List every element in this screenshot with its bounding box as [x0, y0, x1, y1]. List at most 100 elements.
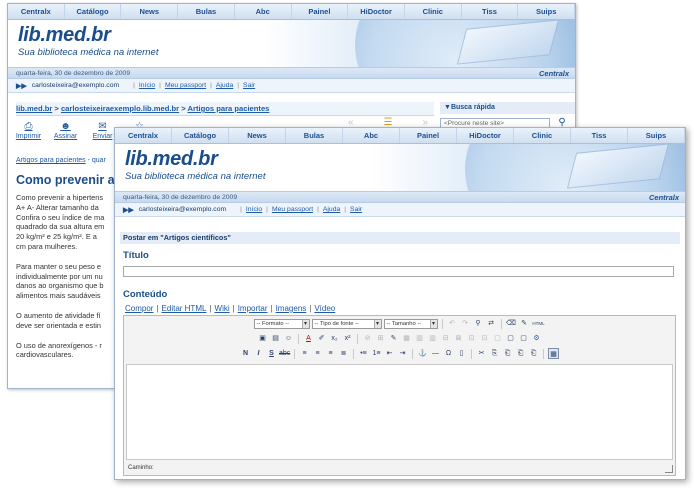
outdent-icon[interactable]: ⇤ — [384, 348, 395, 359]
horizontal-rule-icon[interactable]: — — [430, 348, 441, 359]
format-select[interactable]: -- Formato -- ▾ — [253, 318, 310, 329]
block-icon[interactable]: ▢ — [505, 333, 516, 344]
brand-logo[interactable]: Centralx — [649, 192, 679, 203]
bold-icon[interactable]: N — [240, 348, 251, 359]
nav-item[interactable]: Catálogo — [172, 128, 229, 143]
undo-icon[interactable]: ↶ — [447, 318, 458, 329]
link-sair[interactable]: Sair — [350, 206, 362, 213]
nav-item[interactable]: Bulas — [286, 128, 343, 143]
delete-col-icon[interactable]: ⊡ — [479, 333, 490, 344]
superscript-icon[interactable]: x² — [342, 333, 353, 344]
underline-icon[interactable]: S — [266, 348, 277, 359]
numbered-list-icon[interactable]: 1≡ — [371, 348, 382, 359]
breadcrumb-root[interactable]: lib.med.br — [16, 104, 52, 113]
italic-icon[interactable]: I — [253, 348, 264, 359]
nav-item[interactable]: Centralx — [8, 4, 65, 19]
merge-cell-icon[interactable]: ⊠ — [453, 333, 464, 344]
print-button[interactable]: ⎙ Imprimir — [12, 121, 45, 140]
delete-row-icon[interactable]: ⊡ — [466, 333, 477, 344]
tab-imagens[interactable]: Imagens — [276, 304, 307, 313]
font-color-icon[interactable]: A — [303, 333, 314, 344]
emoticon-icon[interactable]: ☺ — [283, 333, 294, 344]
indent-icon[interactable]: ⇥ — [397, 348, 408, 359]
copy-icon[interactable]: ⎘ — [489, 348, 500, 359]
nav-item[interactable]: Suips — [518, 4, 575, 19]
nav-item[interactable]: News — [229, 128, 286, 143]
tab-importar[interactable]: Importar — [238, 304, 268, 313]
highlight-icon[interactable]: ✐ — [316, 333, 327, 344]
find-icon[interactable]: ⚲ — [473, 318, 484, 329]
paste-word-icon[interactable]: ⎗ — [528, 348, 539, 359]
insert-icon[interactable]: ⊞ — [375, 333, 386, 344]
nav-item[interactable]: Suips — [628, 128, 685, 143]
nav-item[interactable]: Tiss — [571, 128, 628, 143]
nav-item[interactable]: News — [121, 4, 179, 19]
justify-icon[interactable]: ≣ — [338, 348, 349, 359]
link-meu-passport[interactable]: Meu passport — [165, 82, 206, 89]
tab-video[interactable]: Vídeo — [314, 304, 335, 313]
paragraph: Como prevenir a hipertens A+ A- Alterar … — [16, 193, 105, 251]
link-ajuda[interactable]: Ajuda — [216, 82, 233, 89]
edit-icon[interactable]: ✎ — [388, 333, 399, 344]
strikethrough-icon[interactable]: abc — [279, 348, 290, 359]
fullscreen-icon[interactable]: ▦ — [548, 348, 559, 359]
table-icon[interactable]: ▦ — [401, 333, 412, 344]
title-input[interactable] — [123, 266, 674, 277]
subscribe-button[interactable]: ☻ Assinar — [49, 121, 82, 140]
nav-item[interactable]: Clinic — [514, 128, 571, 143]
layer-icon[interactable]: ▢ — [518, 333, 529, 344]
link-sair[interactable]: Sair — [243, 82, 255, 89]
nav-item[interactable]: Tiss — [462, 4, 519, 19]
nav-item[interactable]: Clinic — [405, 4, 462, 19]
nav-item[interactable]: Bulas — [178, 4, 235, 19]
subscript-icon[interactable]: x₂ — [329, 333, 340, 344]
html-icon[interactable]: HTML — [532, 318, 546, 329]
breadcrumb-user[interactable]: carlosteixeiraexemplo.lib.med.br — [61, 104, 179, 113]
image-icon[interactable]: ▣ — [257, 333, 268, 344]
site-logo[interactable]: lib.med.br — [125, 148, 218, 171]
settings-icon[interactable]: ⚙ — [531, 333, 542, 344]
special-char-icon[interactable]: Ω — [443, 348, 454, 359]
split-cell-icon[interactable]: ⊟ — [440, 333, 451, 344]
tab-wiki[interactable]: Wiki — [215, 304, 230, 313]
nav-item[interactable]: Catálogo — [65, 4, 122, 19]
link-inicio[interactable]: Início — [246, 206, 262, 213]
link-break-icon[interactable]: ⊘ — [362, 333, 373, 344]
replace-icon[interactable]: ⇄ — [486, 318, 497, 329]
media-icon[interactable]: ▤ — [270, 333, 281, 344]
size-select[interactable]: -- Tamanho -- ▾ — [383, 318, 438, 329]
editor-content-area[interactable] — [126, 364, 673, 460]
paint-brush-icon[interactable]: ✎ — [519, 318, 530, 329]
tab-editar-html[interactable]: Editar HTML — [162, 304, 207, 313]
nav-item[interactable]: HiDoctor — [348, 4, 405, 19]
nav-item[interactable]: Abc — [235, 4, 292, 19]
clean-format-icon[interactable]: ⌫ — [506, 318, 517, 329]
nav-item[interactable]: Abc — [343, 128, 400, 143]
breadcrumb-section[interactable]: Artigos para pacientes — [188, 104, 270, 113]
link-meu-passport[interactable]: Meu passport — [272, 206, 313, 213]
font-select[interactable]: -- Tipo de fonte -- ▾ — [311, 318, 382, 329]
paste-text-icon[interactable]: ⎗ — [515, 348, 526, 359]
table-row-icon[interactable]: ▥ — [414, 333, 425, 344]
table-col-icon[interactable]: ▥ — [427, 333, 438, 344]
cut-icon[interactable]: ✂ — [476, 348, 487, 359]
bullet-list-icon[interactable]: •≡ — [358, 348, 369, 359]
anchor-icon[interactable]: ⚓ — [417, 348, 428, 359]
cell-props-icon[interactable]: ▢ — [492, 333, 503, 344]
align-left-icon[interactable]: ≡ — [299, 348, 310, 359]
align-right-icon[interactable]: ≡ — [325, 348, 336, 359]
nav-item[interactable]: HiDoctor — [457, 128, 514, 143]
brand-logo[interactable]: Centralx — [539, 68, 569, 79]
link-ajuda[interactable]: Ajuda — [323, 206, 340, 213]
quote-icon[interactable]: ▯ — [456, 348, 467, 359]
nav-item[interactable]: Painel — [400, 128, 457, 143]
align-center-icon[interactable]: ≡ — [312, 348, 323, 359]
site-logo[interactable]: lib.med.br — [18, 24, 111, 47]
resize-handle-icon[interactable] — [665, 465, 673, 473]
nav-item[interactable]: Centralx — [115, 128, 172, 143]
paste-icon[interactable]: ⎗ — [502, 348, 513, 359]
tab-compor[interactable]: Compor — [125, 304, 153, 313]
nav-item[interactable]: Painel — [292, 4, 349, 19]
link-inicio[interactable]: Início — [139, 82, 155, 89]
redo-icon[interactable]: ↷ — [460, 318, 471, 329]
